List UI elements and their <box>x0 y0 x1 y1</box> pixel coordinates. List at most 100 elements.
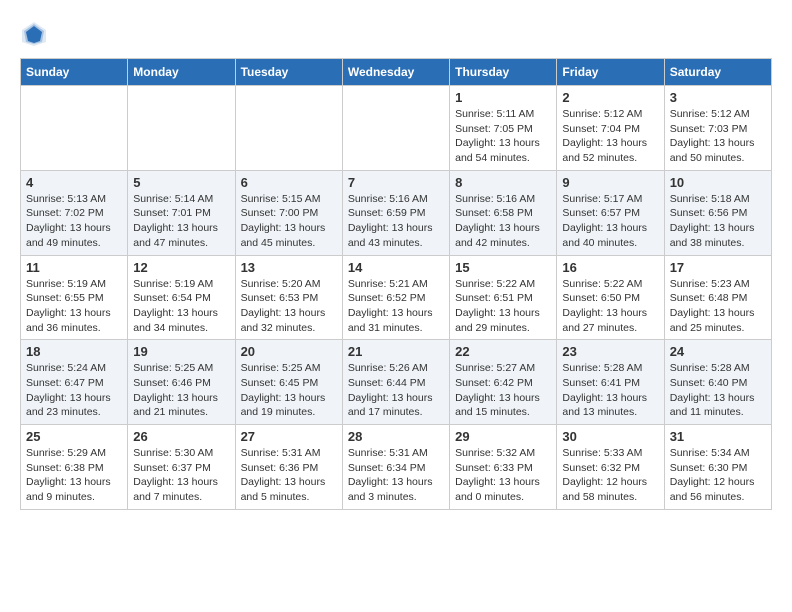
day-number: 6 <box>241 175 337 190</box>
calendar-cell: 22 Sunrise: 5:27 AMSunset: 6:42 PMDayligh… <box>450 340 557 425</box>
cell-content: Sunrise: 5:28 AMSunset: 6:41 PMDaylight:… <box>562 361 658 420</box>
cell-content: Sunrise: 5:28 AMSunset: 6:40 PMDaylight:… <box>670 361 766 420</box>
day-number: 17 <box>670 260 766 275</box>
day-number: 2 <box>562 90 658 105</box>
cell-content: Sunrise: 5:25 AMSunset: 6:46 PMDaylight:… <box>133 361 229 420</box>
calendar-cell: 27 Sunrise: 5:31 AMSunset: 6:36 PMDayligh… <box>235 425 342 510</box>
day-number: 7 <box>348 175 444 190</box>
calendar-cell: 25 Sunrise: 5:29 AMSunset: 6:38 PMDayligh… <box>21 425 128 510</box>
calendar-cell: 8 Sunrise: 5:16 AMSunset: 6:58 PMDaylight… <box>450 170 557 255</box>
calendar-week-2: 4Sunrise: 5:13 AMSunset: 7:02 PMDaylight… <box>21 170 772 255</box>
cell-content: Sunrise: 5:16 AMSunset: 6:58 PMDaylight:… <box>455 192 551 251</box>
day-number: 11 <box>26 260 122 275</box>
day-number: 4 <box>26 175 122 190</box>
calendar-cell: 21Sunrise: 5:26 AMSunset: 6:44 PMDayligh… <box>342 340 449 425</box>
day-header-wednesday: Wednesday <box>342 59 449 86</box>
logo-icon <box>20 20 48 48</box>
cell-content: Sunrise: 5:34 AMSunset: 6:30 PMDaylight:… <box>670 446 766 505</box>
cell-content: Sunrise: 5:22 AMSunset: 6:50 PMDaylight:… <box>562 277 658 336</box>
day-number: 25 <box>26 429 122 444</box>
day-number: 21 <box>348 344 444 359</box>
day-number: 8 <box>455 175 551 190</box>
calendar-cell <box>342 86 449 171</box>
day-header-monday: Monday <box>128 59 235 86</box>
cell-content: Sunrise: 5:22 AMSunset: 6:51 PMDaylight:… <box>455 277 551 336</box>
calendar-cell: 28 Sunrise: 5:31 AMSunset: 6:34 PMDayligh… <box>342 425 449 510</box>
calendar-cell: 24Sunrise: 5:28 AMSunset: 6:40 PMDayligh… <box>664 340 771 425</box>
calendar-cell: 7 Sunrise: 5:16 AMSunset: 6:59 PMDaylight… <box>342 170 449 255</box>
cell-content: Sunrise: 5:30 AMSunset: 6:37 PMDaylight:… <box>133 446 229 505</box>
calendar-cell <box>235 86 342 171</box>
calendar-cell: 12 Sunrise: 5:19 AMSunset: 6:54 PMDayligh… <box>128 255 235 340</box>
calendar-cell: 23 Sunrise: 5:28 AMSunset: 6:41 PMDayligh… <box>557 340 664 425</box>
day-header-thursday: Thursday <box>450 59 557 86</box>
cell-content: Sunrise: 5:31 AMSunset: 6:36 PMDaylight:… <box>241 446 337 505</box>
calendar-cell: 20Sunrise: 5:25 AMSunset: 6:45 PMDayligh… <box>235 340 342 425</box>
cell-content: Sunrise: 5:16 AMSunset: 6:59 PMDaylight:… <box>348 192 444 251</box>
cell-content: Sunrise: 5:17 AMSunset: 6:57 PMDaylight:… <box>562 192 658 251</box>
cell-content: Sunrise: 5:24 AMSunset: 6:47 PMDaylight:… <box>26 361 122 420</box>
calendar-week-5: 25 Sunrise: 5:29 AMSunset: 6:38 PMDayligh… <box>21 425 772 510</box>
calendar-cell: 31 Sunrise: 5:34 AMSunset: 6:30 PMDayligh… <box>664 425 771 510</box>
calendar-cell: 26 Sunrise: 5:30 AMSunset: 6:37 PMDayligh… <box>128 425 235 510</box>
day-number: 31 <box>670 429 766 444</box>
cell-content: Sunrise: 5:12 AMSunset: 7:04 PMDaylight:… <box>562 107 658 166</box>
day-number: 23 <box>562 344 658 359</box>
calendar-cell: 16 Sunrise: 5:22 AMSunset: 6:50 PMDayligh… <box>557 255 664 340</box>
day-number: 10 <box>670 175 766 190</box>
day-number: 15 <box>455 260 551 275</box>
calendar-cell: 13 Sunrise: 5:20 AMSunset: 6:53 PMDayligh… <box>235 255 342 340</box>
calendar-cell <box>128 86 235 171</box>
cell-content: Sunrise: 5:31 AMSunset: 6:34 PMDaylight:… <box>348 446 444 505</box>
calendar-week-4: 18 Sunrise: 5:24 AMSunset: 6:47 PMDayligh… <box>21 340 772 425</box>
calendar-cell <box>21 86 128 171</box>
cell-content: Sunrise: 5:29 AMSunset: 6:38 PMDaylight:… <box>26 446 122 505</box>
day-number: 22 <box>455 344 551 359</box>
calendar-cell: 1 Sunrise: 5:11 AMSunset: 7:05 PMDaylight… <box>450 86 557 171</box>
day-number: 26 <box>133 429 229 444</box>
day-number: 27 <box>241 429 337 444</box>
calendar-cell: 10 Sunrise: 5:18 AMSunset: 6:56 PMDayligh… <box>664 170 771 255</box>
day-number: 18 <box>26 344 122 359</box>
calendar-cell: 29Sunrise: 5:32 AMSunset: 6:33 PMDayligh… <box>450 425 557 510</box>
calendar-week-1: 1 Sunrise: 5:11 AMSunset: 7:05 PMDaylight… <box>21 86 772 171</box>
cell-content: Sunrise: 5:19 AMSunset: 6:54 PMDaylight:… <box>133 277 229 336</box>
cell-content: Sunrise: 5:32 AMSunset: 6:33 PMDaylight:… <box>455 446 551 505</box>
cell-content: Sunrise: 5:12 AMSunset: 7:03 PMDaylight:… <box>670 107 766 166</box>
day-number: 28 <box>348 429 444 444</box>
day-header-sunday: Sunday <box>21 59 128 86</box>
day-number: 3 <box>670 90 766 105</box>
day-header-friday: Friday <box>557 59 664 86</box>
calendar-cell: 9 Sunrise: 5:17 AMSunset: 6:57 PMDaylight… <box>557 170 664 255</box>
cell-content: Sunrise: 5:11 AMSunset: 7:05 PMDaylight:… <box>455 107 551 166</box>
calendar-cell: 4Sunrise: 5:13 AMSunset: 7:02 PMDaylight… <box>21 170 128 255</box>
day-header-tuesday: Tuesday <box>235 59 342 86</box>
day-number: 9 <box>562 175 658 190</box>
calendar-cell: 5 Sunrise: 5:14 AMSunset: 7:01 PMDaylight… <box>128 170 235 255</box>
cell-content: Sunrise: 5:14 AMSunset: 7:01 PMDaylight:… <box>133 192 229 251</box>
calendar-week-3: 11 Sunrise: 5:19 AMSunset: 6:55 PMDayligh… <box>21 255 772 340</box>
page-header <box>20 20 772 48</box>
calendar-cell: 2 Sunrise: 5:12 AMSunset: 7:04 PMDaylight… <box>557 86 664 171</box>
day-number: 1 <box>455 90 551 105</box>
calendar-cell: 11 Sunrise: 5:19 AMSunset: 6:55 PMDayligh… <box>21 255 128 340</box>
cell-content: Sunrise: 5:27 AMSunset: 6:42 PMDaylight:… <box>455 361 551 420</box>
calendar-cell: 14 Sunrise: 5:21 AMSunset: 6:52 PMDayligh… <box>342 255 449 340</box>
day-number: 13 <box>241 260 337 275</box>
day-number: 16 <box>562 260 658 275</box>
calendar-header-row: SundayMondayTuesdayWednesdayThursdayFrid… <box>21 59 772 86</box>
cell-content: Sunrise: 5:21 AMSunset: 6:52 PMDaylight:… <box>348 277 444 336</box>
day-number: 30 <box>562 429 658 444</box>
day-number: 12 <box>133 260 229 275</box>
calendar-cell: 18 Sunrise: 5:24 AMSunset: 6:47 PMDayligh… <box>21 340 128 425</box>
cell-content: Sunrise: 5:19 AMSunset: 6:55 PMDaylight:… <box>26 277 122 336</box>
cell-content: Sunrise: 5:20 AMSunset: 6:53 PMDaylight:… <box>241 277 337 336</box>
day-number: 20 <box>241 344 337 359</box>
day-header-saturday: Saturday <box>664 59 771 86</box>
day-number: 5 <box>133 175 229 190</box>
day-number: 14 <box>348 260 444 275</box>
calendar-cell: 6Sunrise: 5:15 AMSunset: 7:00 PMDaylight… <box>235 170 342 255</box>
cell-content: Sunrise: 5:23 AMSunset: 6:48 PMDaylight:… <box>670 277 766 336</box>
cell-content: Sunrise: 5:33 AMSunset: 6:32 PMDaylight:… <box>562 446 658 505</box>
cell-content: Sunrise: 5:18 AMSunset: 6:56 PMDaylight:… <box>670 192 766 251</box>
